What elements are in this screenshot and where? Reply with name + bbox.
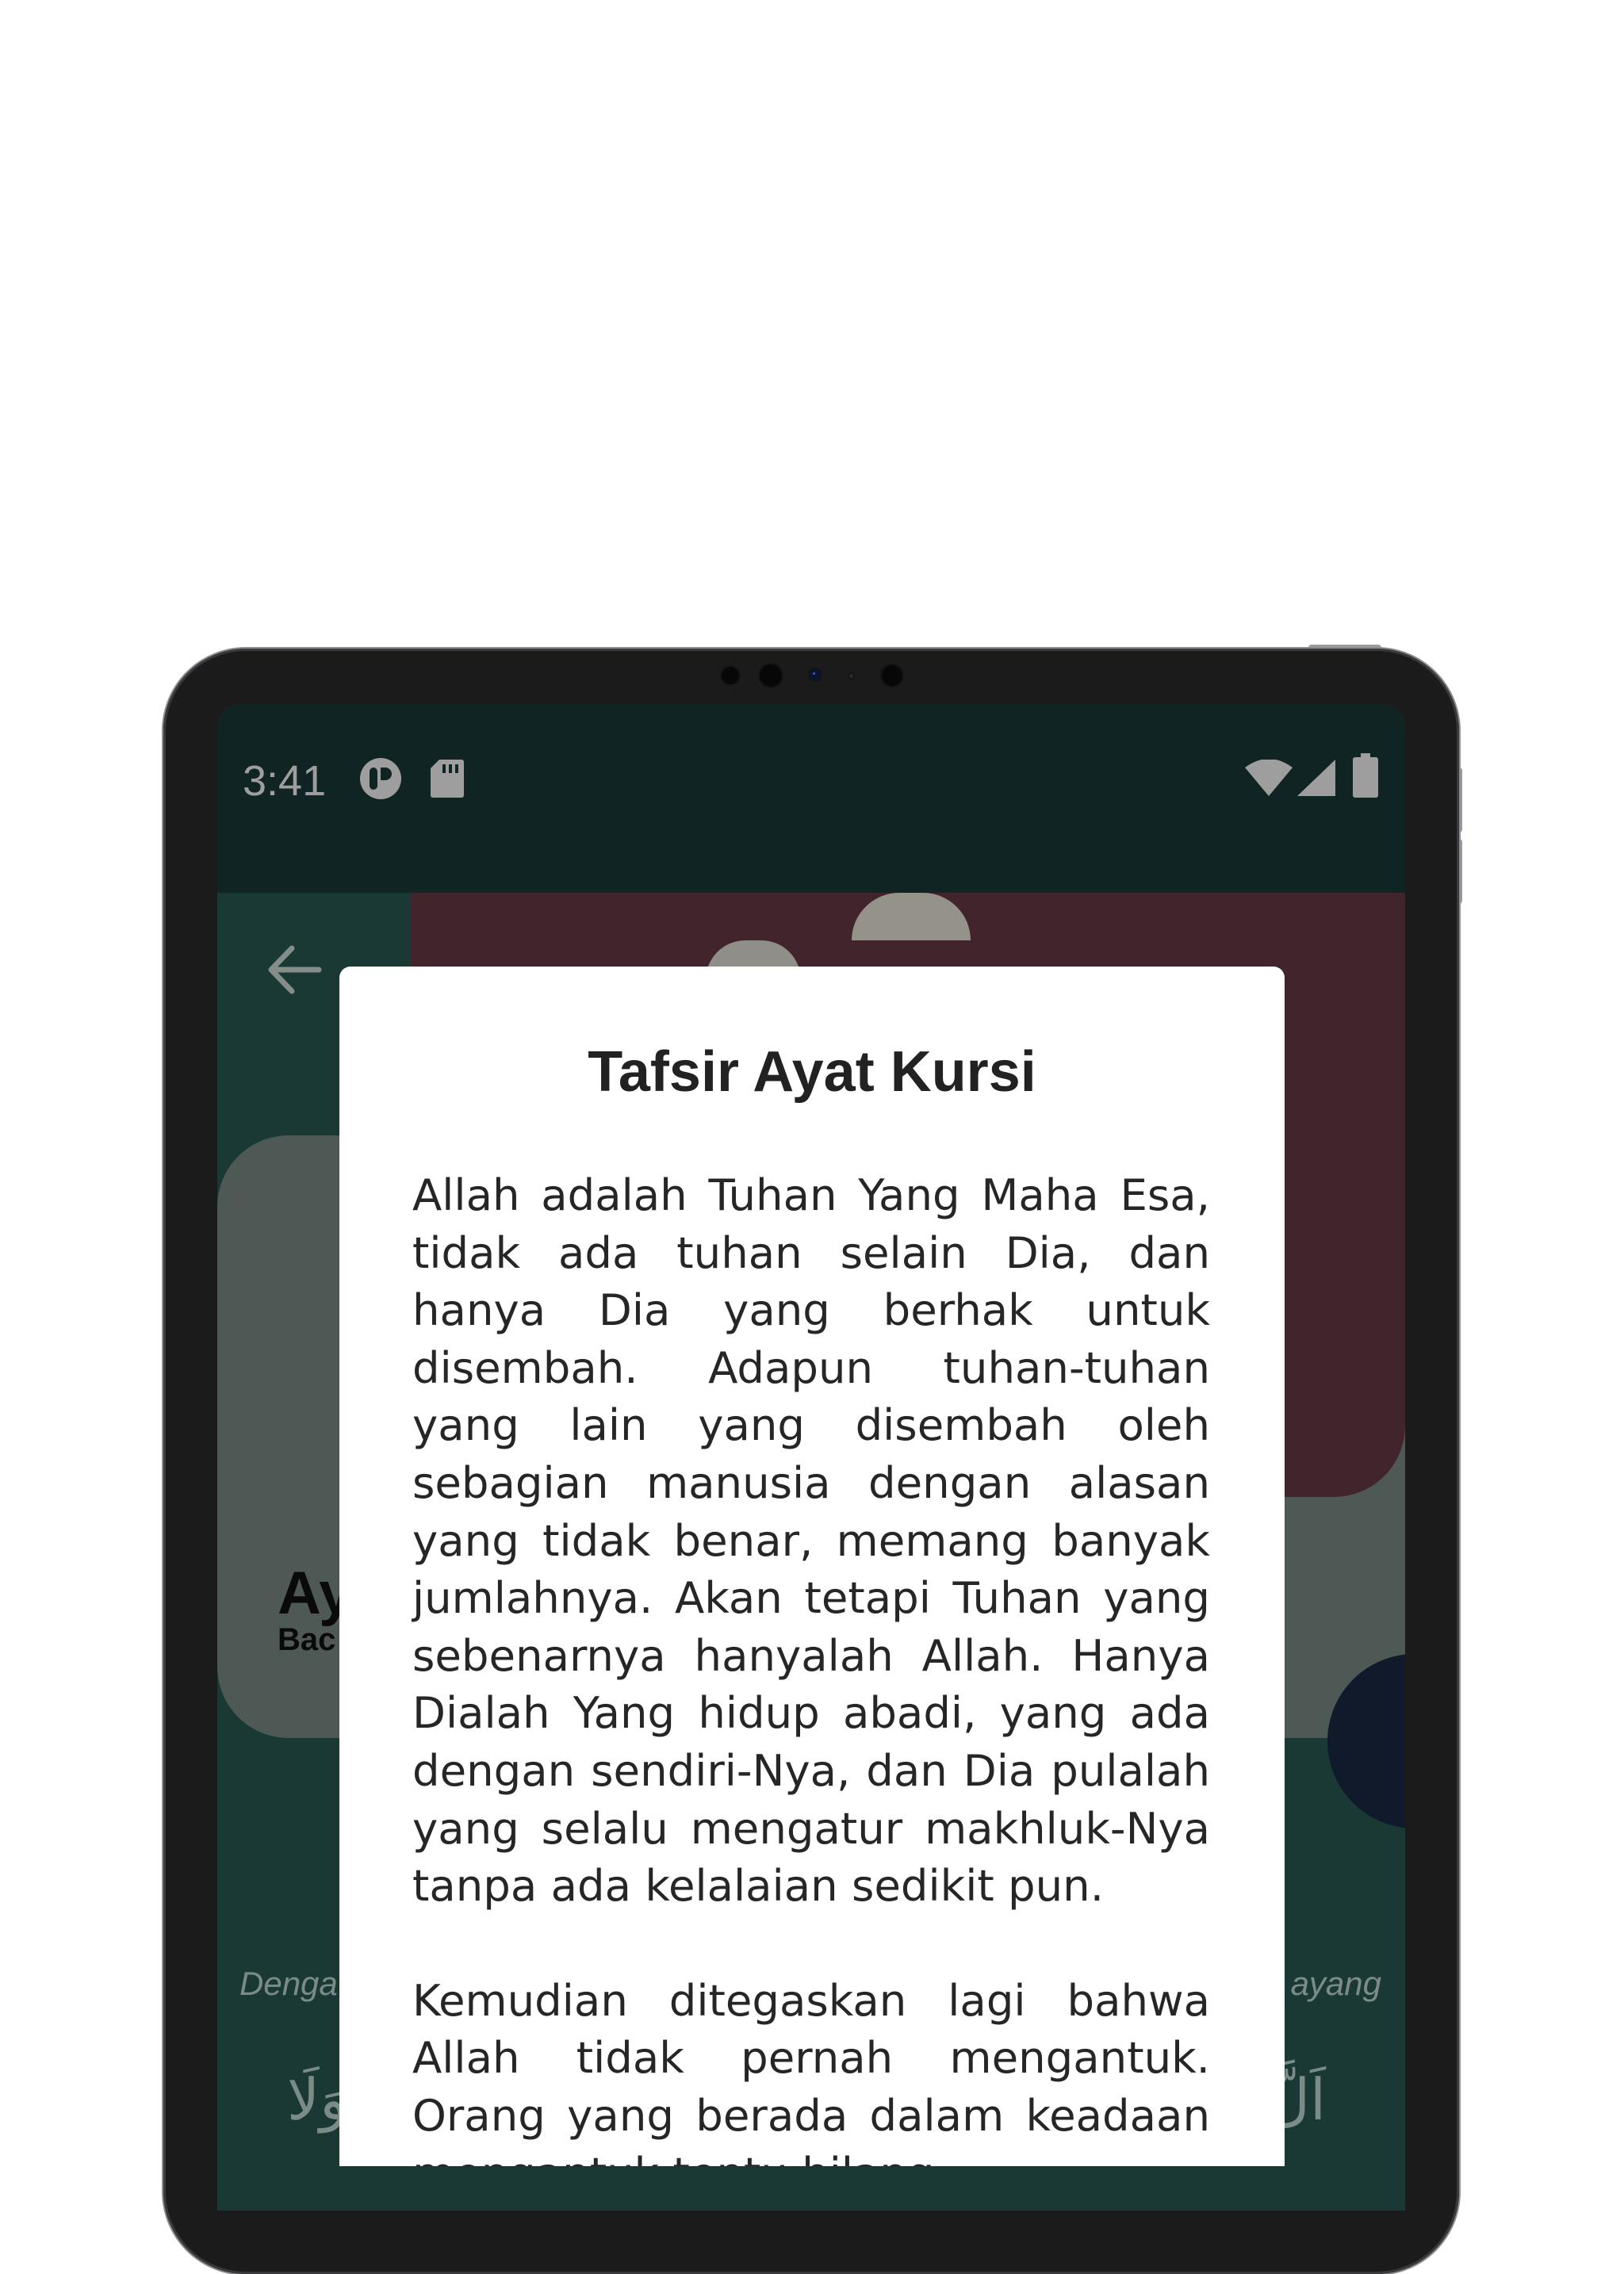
sensor-pin (849, 674, 853, 678)
sensor-dot (722, 667, 739, 684)
proximity-sensor (882, 665, 902, 686)
dialog-title: Tafsir Ayat Kursi (588, 1040, 1036, 1104)
front-camera (760, 664, 782, 687)
tafsir-dialog: Tafsir Ayat Kursi Allah adalah Tuhan Yan… (339, 967, 1285, 2166)
tafsir-paragraph: Kemudian ditegaskan lagi bahwa Allah tid… (412, 1974, 1210, 2166)
tafsir-paragraph: Allah adalah Tuhan Yang Maha Esa, tidak … (412, 1170, 1210, 1912)
camera-lens (810, 669, 821, 680)
dialog-body[interactable]: Allah adalah Tuhan Yang Maha Esa, tidak … (412, 1166, 1210, 2166)
